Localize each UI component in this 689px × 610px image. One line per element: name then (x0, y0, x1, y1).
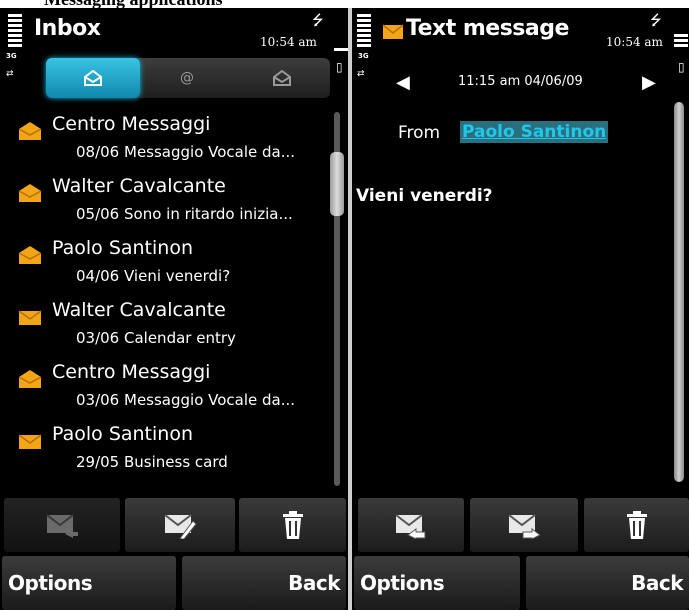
delete-button[interactable] (239, 498, 346, 552)
options-softkey[interactable]: Options (354, 556, 520, 610)
open-envelope-icon (18, 370, 42, 388)
new-message-button[interactable] (125, 498, 235, 552)
page-title: Inbox (34, 16, 101, 41)
sender-link[interactable]: Paolo Santinon (460, 121, 609, 143)
reply-icon (395, 514, 426, 539)
next-message-arrow-icon[interactable]: ▶ (642, 72, 656, 93)
tab-email[interactable]: @ (140, 58, 234, 98)
message-sender: Centro Messaggi (52, 113, 211, 135)
forward-button[interactable] (470, 498, 578, 552)
back-softkey[interactable]: Back (182, 556, 346, 610)
scrollbar-thumb[interactable] (330, 152, 344, 216)
battery-bar-icon (674, 34, 688, 49)
reply-icon (46, 514, 78, 538)
tab-outbox[interactable] (234, 58, 330, 98)
inbox-screen: 3G ⇄ Inbox ⭍ 10:54 am ▯ @ Centro Messagg… (0, 8, 348, 610)
list-item[interactable]: Walter Cavalcante 05/06 Sono in ritardo … (0, 173, 330, 235)
usb-icon: ⭍ (650, 13, 662, 29)
envelope-in-icon (84, 70, 102, 86)
message-envelope-icon (382, 24, 404, 39)
tab-inbox[interactable] (46, 58, 140, 98)
list-item[interactable]: Centro Messaggi 08/06 Messaggio Vocale d… (0, 111, 330, 173)
open-envelope-icon (18, 122, 42, 140)
clock: 10:54 am (260, 35, 317, 49)
message-sender: Paolo Santinon (52, 423, 193, 445)
forward-icon (508, 514, 541, 539)
text-message-screen: 3G ⇄ Text message ⭍ 10:54 am ▯ ◀ 11:15 a… (352, 8, 689, 610)
closed-envelope-icon (18, 310, 42, 325)
open-envelope-icon (18, 246, 42, 264)
message-sender: Paolo Santinon (52, 237, 193, 259)
envelope-out-icon (273, 70, 291, 86)
data-transfer-icon: ⇄ (6, 69, 14, 79)
reply-button[interactable] (4, 498, 120, 552)
message-preview: 05/06 Sono in ritardo inizia... (76, 205, 293, 223)
message-preview: 04/06 Vieni venerdi? (76, 267, 231, 285)
page-title: Text message (406, 16, 569, 41)
signal-strength-icon (8, 14, 22, 49)
message-preview: 29/05 Business card (76, 453, 228, 471)
message-preview: 03/06 Calendar entry (76, 329, 236, 347)
new-message-icon (164, 514, 197, 539)
list-item[interactable]: Walter Cavalcante 03/06 Calendar entry (0, 297, 330, 359)
options-softkey[interactable]: Options (2, 556, 176, 610)
list-item[interactable]: Centro Messaggi 03/06 Messaggio Vocale d… (0, 359, 330, 421)
trash-icon (282, 511, 303, 539)
open-envelope-icon (18, 184, 42, 202)
closed-envelope-icon (18, 434, 42, 449)
message-preview: 08/06 Messaggio Vocale da... (76, 143, 296, 161)
back-softkey[interactable]: Back (526, 556, 689, 610)
clock: 10:54 am (606, 35, 663, 49)
previous-message-arrow-icon[interactable]: ◀ (396, 72, 410, 93)
network-type-label: 3G (358, 52, 369, 60)
network-type-label: 3G (6, 52, 17, 60)
list-item[interactable]: Paolo Santinon 04/06 Vieni venerdi? (0, 235, 330, 297)
message-sender: Walter Cavalcante (52, 175, 226, 197)
message-timestamp: 11:15 am 04/06/09 (458, 74, 583, 89)
message-preview: 03/06 Messaggio Vocale da... (76, 391, 296, 409)
message-sender: Centro Messaggi (52, 361, 211, 383)
battery-bar-icon (334, 48, 348, 51)
trash-icon (626, 511, 647, 539)
battery-icon: ▯ (336, 60, 343, 74)
battery-icon: ▯ (678, 60, 685, 74)
list-item[interactable]: Paolo Santinon 29/05 Business card (0, 421, 330, 483)
folder-tabs: @ (46, 58, 330, 98)
from-label: From (398, 123, 441, 143)
usb-icon: ⭍ (312, 13, 324, 29)
message-sender: Walter Cavalcante (52, 299, 226, 321)
scrollbar-thumb[interactable] (674, 102, 684, 482)
signal-strength-icon (357, 14, 371, 49)
message-body: Vieni venerdi? (356, 186, 493, 206)
delete-button[interactable] (584, 498, 689, 552)
data-transfer-icon: ⇄ (357, 69, 365, 79)
reply-button[interactable] (358, 498, 464, 552)
at-sign-icon: @ (180, 70, 194, 86)
